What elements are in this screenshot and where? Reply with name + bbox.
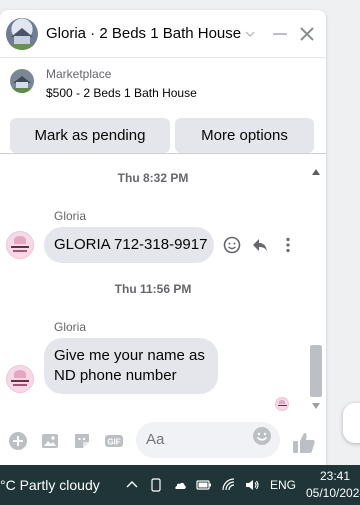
language-indicator[interactable]: ENG xyxy=(270,478,296,492)
volume-icon[interactable] xyxy=(244,477,260,493)
clock-time[interactable]: 23:41 xyxy=(320,469,350,483)
reply-icon[interactable] xyxy=(250,235,270,255)
message-list: Thu 8:32 PM Gloria GLORIA 712-318-9917 T… xyxy=(0,155,310,405)
emoji-icon[interactable] xyxy=(222,235,242,255)
chevron-up-icon[interactable] xyxy=(124,477,140,493)
listing-thumbnail xyxy=(10,69,34,93)
scrollbar-thumb[interactable] xyxy=(310,345,322,397)
chat-header[interactable]: Gloria · 2 Beds 1 Bath House xyxy=(0,10,326,58)
battery-icon[interactable] xyxy=(196,477,212,493)
gif-icon[interactable]: GIF xyxy=(103,430,125,452)
floating-chat-head[interactable] xyxy=(343,403,360,443)
photo-icon[interactable] xyxy=(39,430,61,452)
emoji-icon[interactable] xyxy=(252,426,272,446)
chat-title[interactable]: Gloria · 2 Beds 1 Bath House xyxy=(46,25,241,42)
sender-avatar[interactable] xyxy=(6,231,34,259)
cloud-icon[interactable] xyxy=(172,477,188,493)
phone-link-icon[interactable] xyxy=(148,477,164,493)
sticker-icon[interactable] xyxy=(71,430,93,452)
weather-widget[interactable]: °C Partly cloudy xyxy=(0,477,100,493)
message-timestamp: Thu 11:56 PM xyxy=(114,282,192,296)
scrollbar[interactable] xyxy=(309,165,323,415)
svg-text:GIF: GIF xyxy=(107,438,120,447)
scroll-up-arrow-icon[interactable] xyxy=(312,169,320,175)
message-bubble[interactable]: GLORIA 712-318-9917 xyxy=(44,227,214,263)
message-sender: Gloria xyxy=(54,320,87,334)
message-sender: Gloria xyxy=(54,209,87,223)
chat-window: Gloria · 2 Beds 1 Bath House Marketplace… xyxy=(0,10,326,465)
composer: GIF xyxy=(0,415,326,465)
wifi-icon[interactable] xyxy=(221,477,237,493)
more-vertical-icon[interactable] xyxy=(278,235,298,255)
minimize-icon[interactable] xyxy=(270,24,290,44)
close-icon[interactable] xyxy=(297,24,317,44)
message-bubble[interactable]: Give me your name as ND phone number xyxy=(44,338,218,394)
mark-as-pending-button[interactable]: Mark as pending xyxy=(10,118,170,153)
sender-avatar[interactable] xyxy=(6,365,34,393)
taskbar: °C Partly cloudy ENG 23:41 05/10/2024 xyxy=(0,465,360,505)
more-options-button[interactable]: More options xyxy=(175,118,314,153)
clock-date[interactable]: 05/10/2024 xyxy=(306,486,360,500)
listing-avatar xyxy=(6,18,38,50)
chevron-down-icon[interactable] xyxy=(243,27,257,41)
scroll-down-arrow-icon[interactable] xyxy=(312,403,320,409)
listing-title[interactable]: $500 - 2 Beds 1 Bath House xyxy=(46,86,197,100)
seen-receipt-avatar xyxy=(275,397,289,411)
plus-icon[interactable] xyxy=(7,430,29,452)
like-icon[interactable] xyxy=(291,430,317,456)
message-timestamp: Thu 8:32 PM xyxy=(117,171,189,185)
listing-source: Marketplace xyxy=(46,67,112,81)
marketplace-listing: Marketplace $500 - 2 Beds 1 Bath House M… xyxy=(0,58,326,154)
